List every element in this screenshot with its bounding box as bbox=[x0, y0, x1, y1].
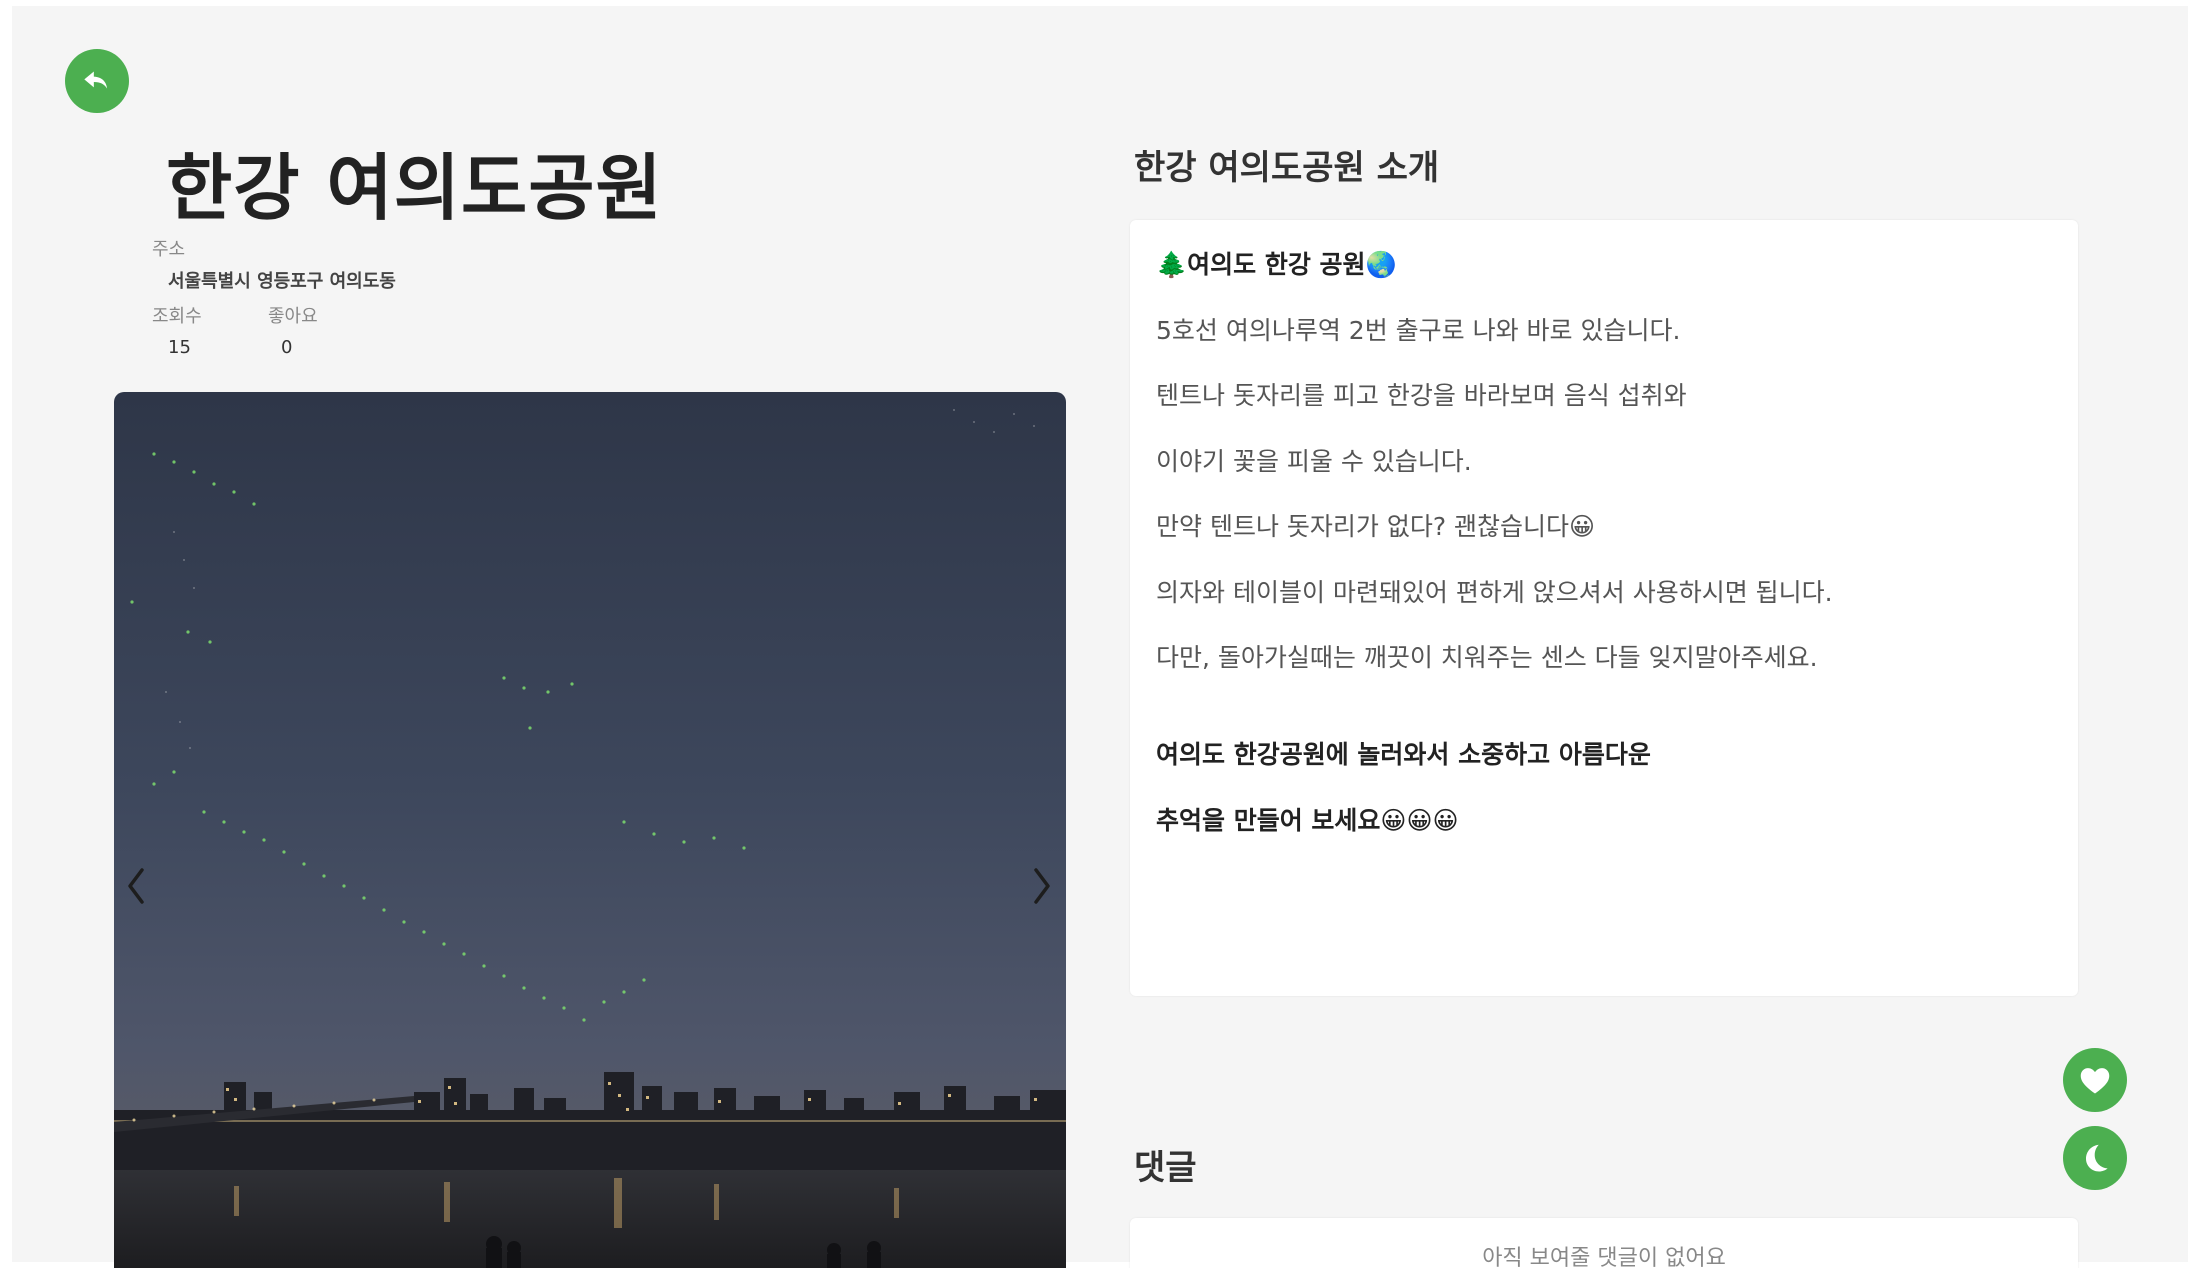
page: 한강 여의도공원 주소 서울특별시 영등포구 여의도동 조회수 15 좋아요 0 bbox=[0, 0, 2200, 1268]
views-count: 15 bbox=[168, 337, 191, 358]
chevron-right-icon bbox=[1034, 868, 1050, 904]
intro-line: 텐트나 돗자리를 피고 한강을 바라보며 음식 섭취와 bbox=[1156, 381, 1687, 410]
heart-icon bbox=[2080, 1068, 2110, 1094]
page-title: 한강 여의도공원 bbox=[166, 146, 663, 230]
views-label: 조회수 bbox=[152, 306, 202, 327]
comments-card: 아직 보여줄 댓글이 없어요 bbox=[1130, 1218, 2078, 1268]
intro-heading: 한강 여의도공원 소개 bbox=[1134, 148, 1440, 188]
like-button[interactable] bbox=[2063, 1048, 2127, 1112]
back-arrow-icon bbox=[84, 71, 108, 89]
comments-heading: 댓글 bbox=[1134, 1148, 1197, 1188]
place-photo bbox=[114, 392, 1066, 1268]
carousel-next-button[interactable] bbox=[1020, 856, 1064, 916]
intro-line: 만약 텐트나 돗자리가 없다? 괜찮습니다😀 bbox=[1156, 512, 1596, 541]
intro-line: 이야기 꽃을 피울 수 있습니다. bbox=[1156, 447, 1472, 476]
intro-line: 의자와 테이블이 마련돼있어 편하게 앉으셔서 사용하시면 됩니다. bbox=[1156, 578, 1833, 607]
chevron-left-icon bbox=[128, 868, 144, 904]
address-value: 서울특별시 영등포구 여의도동 bbox=[168, 271, 396, 292]
intro-line: 여의도 한강공원에 놀러와서 소중하고 아름다운 bbox=[1156, 740, 1651, 769]
carousel-prev-button[interactable] bbox=[114, 856, 158, 916]
theme-toggle-button[interactable] bbox=[2063, 1126, 2127, 1190]
intro-line: 추억을 만들어 보세요😀😀😀 bbox=[1156, 806, 1459, 835]
likes-count: 0 bbox=[281, 337, 293, 358]
intro-line: 🌲여의도 한강 공원🌏 bbox=[1156, 250, 1397, 279]
comments-empty-message: 아직 보여줄 댓글이 없어요 bbox=[1482, 1246, 1726, 1268]
moon-icon bbox=[2086, 1144, 2108, 1172]
likes-label: 좋아요 bbox=[268, 306, 318, 327]
back-button[interactable] bbox=[65, 49, 129, 113]
address-label: 주소 bbox=[152, 239, 186, 260]
night-river-photo bbox=[114, 392, 1066, 1268]
intro-line: 5호선 여의나루역 2번 출구로 나와 바로 있습니다. bbox=[1156, 316, 1681, 345]
intro-card: 🌲여의도 한강 공원🌏 5호선 여의나루역 2번 출구로 나와 바로 있습니다.… bbox=[1130, 220, 2078, 996]
intro-line: 다만, 돌아가실때는 깨끗이 치워주는 센스 다들 잊지말아주세요. bbox=[1156, 643, 1818, 672]
